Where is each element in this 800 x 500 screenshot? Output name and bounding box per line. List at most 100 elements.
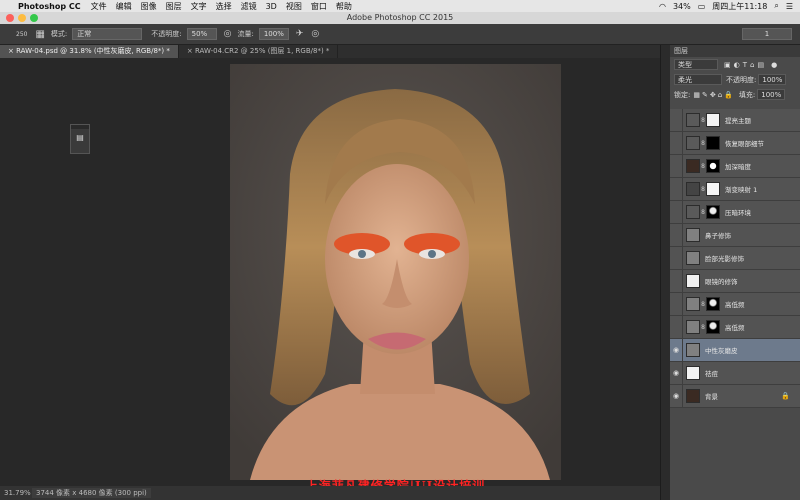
mode-select[interactable]: 正常 [72, 28, 143, 40]
panel-grip[interactable] [71, 125, 89, 129]
visibility-eye-icon[interactable] [670, 292, 683, 316]
menu-3d[interactable]: 3D [266, 2, 277, 11]
visibility-eye-icon[interactable] [670, 223, 683, 247]
layer-mask-thumbnail[interactable] [706, 159, 720, 173]
lock-icons[interactable]: ▦✎✥⌂🔒 [693, 91, 735, 99]
layer-thumbnail[interactable] [686, 136, 700, 150]
layers-panel-tab[interactable]: 图层 [670, 45, 800, 57]
layer-thumbnail[interactable] [686, 297, 700, 311]
layer-row[interactable]: ◉ 祛痘 [670, 361, 800, 385]
brush-preset-picker[interactable]: 250 [16, 30, 27, 38]
menu-select[interactable]: 选择 [216, 1, 232, 12]
layer-thumbnail[interactable] [686, 205, 700, 219]
airbrush-icon[interactable]: ✈ [296, 29, 304, 39]
layer-row[interactable]: 8 压暗环境 [670, 200, 800, 224]
layer-row[interactable]: 8 渐变映射 1 [670, 177, 800, 201]
visibility-eye-icon[interactable] [670, 131, 683, 155]
layer-thumbnail[interactable] [686, 113, 700, 127]
battery-label[interactable]: 34% [673, 2, 691, 11]
menu-list-icon[interactable]: ☰ [786, 2, 793, 11]
visibility-eye-icon[interactable]: ◉ [670, 361, 683, 385]
visibility-eye-icon[interactable] [670, 200, 683, 224]
layer-thumbnail[interactable] [686, 389, 700, 403]
layer-mask-thumbnail[interactable] [706, 297, 720, 311]
visibility-eye-icon[interactable] [670, 154, 683, 178]
panel-tool-icon[interactable]: ▤ [71, 133, 89, 142]
visibility-eye-icon[interactable]: ◉ [670, 338, 683, 362]
pressure-size-icon[interactable]: ◎ [311, 29, 319, 39]
visibility-eye-icon[interactable] [670, 246, 683, 270]
blend-mode-select[interactable]: 柔光 [674, 74, 722, 85]
layer-name[interactable]: 渐变映射 1 [725, 184, 757, 194]
layer-row[interactable]: 8 提亮主题 [670, 108, 800, 132]
layer-name[interactable]: 眼镜的修饰 [705, 276, 738, 286]
layer-name[interactable]: 压暗环境 [725, 207, 751, 217]
menu-edit[interactable]: 编辑 [116, 1, 132, 12]
filter-toggle-icon[interactable]: ● [771, 61, 777, 69]
layer-thumbnail[interactable] [686, 182, 700, 196]
layer-thumbnail[interactable] [686, 274, 700, 288]
menu-view[interactable]: 视图 [286, 1, 302, 12]
floating-tool-panel[interactable]: ▤ [70, 124, 90, 154]
menu-window[interactable]: 窗口 [311, 1, 327, 12]
layer-opacity-field[interactable]: 100% [758, 74, 787, 85]
zoom-window-button[interactable] [30, 14, 38, 22]
layer-name[interactable]: 高低频 [725, 299, 745, 309]
wifi-icon[interactable]: ◠ [659, 2, 666, 11]
layer-name[interactable]: 祛痘 [705, 368, 718, 378]
document-dimensions[interactable]: 3744 像素 x 4680 像素 (300 ppi) [32, 488, 151, 498]
layer-row[interactable]: 8 恢复眼部细节 [670, 131, 800, 155]
layer-thumbnail[interactable] [686, 251, 700, 265]
brush-panel-icon[interactable]: ▦ [35, 29, 44, 40]
close-tab-icon[interactable]: × [8, 47, 16, 55]
menu-help[interactable]: 帮助 [336, 1, 352, 12]
layer-thumbnail[interactable] [686, 320, 700, 334]
zoom-level[interactable]: 31.79% [0, 489, 32, 497]
workspace-select[interactable]: 1 [742, 28, 792, 40]
close-tab-icon[interactable]: × [187, 47, 195, 55]
tab-raw04-psd[interactable]: × RAW-04.psd @ 31.8% (中性灰磨皮, RGB/8*) * [0, 45, 179, 58]
tab-raw04-cr2[interactable]: × RAW-04.CR2 @ 25% (图层 1, RGB/8*) * [179, 45, 339, 58]
collapsed-panel-strip[interactable] [660, 45, 670, 500]
fill-field[interactable]: 100% [757, 89, 786, 100]
layer-mask-thumbnail[interactable] [706, 113, 720, 127]
opacity-field[interactable]: 50% [186, 28, 217, 40]
clock[interactable]: 周四上午11:18 [712, 1, 767, 12]
layer-row[interactable]: 8 高低频 [670, 292, 800, 316]
visibility-eye-icon[interactable] [670, 315, 683, 339]
visibility-eye-icon[interactable] [670, 269, 683, 293]
layer-mask-thumbnail[interactable] [706, 320, 720, 334]
layer-name[interactable]: 提亮主题 [725, 115, 751, 125]
layer-row[interactable]: 8 加深暗度 [670, 154, 800, 178]
filter-kind-select[interactable]: 类型 [674, 59, 718, 70]
layer-name[interactable]: 背景 [705, 391, 718, 401]
visibility-eye-icon[interactable] [670, 177, 683, 201]
minimize-window-button[interactable] [18, 14, 26, 22]
layer-mask-thumbnail[interactable] [706, 136, 720, 150]
menu-image[interactable]: 图像 [141, 1, 157, 12]
layer-row[interactable]: 8 高低频 [670, 315, 800, 339]
flow-field[interactable]: 100% [258, 28, 289, 40]
layer-row[interactable]: 鼻子修饰 [670, 223, 800, 247]
visibility-eye-icon[interactable]: ◉ [670, 384, 683, 408]
layer-mask-thumbnail[interactable] [706, 182, 720, 196]
layer-row[interactable]: ◉ 中性灰磨皮 [670, 338, 800, 362]
menu-file[interactable]: 文件 [91, 1, 107, 12]
layer-name[interactable]: 鼻子修饰 [705, 230, 731, 240]
layer-name[interactable]: 中性灰磨皮 [705, 345, 738, 355]
menu-layer[interactable]: 图层 [166, 1, 182, 12]
search-icon[interactable]: ⌕ [774, 1, 778, 11]
layer-thumbnail[interactable] [686, 366, 700, 380]
layer-name[interactable]: 高低频 [725, 322, 745, 332]
layer-row[interactable]: 眼镜的修饰 [670, 269, 800, 293]
pressure-opacity-icon[interactable]: ◎ [224, 29, 232, 39]
visibility-eye-icon[interactable] [670, 108, 683, 132]
layer-thumbnail[interactable] [686, 343, 700, 357]
layer-name[interactable]: 脸部光影修饰 [705, 253, 744, 263]
app-menu[interactable]: Photoshop CC [18, 2, 81, 11]
layer-row[interactable]: ◉ 背景 🔒 [670, 384, 800, 408]
filter-icons[interactable]: ▣◐T⌂▤ [724, 61, 767, 69]
layer-row[interactable]: 脸部光影修饰 [670, 246, 800, 270]
layer-thumbnail[interactable] [686, 228, 700, 242]
menu-filter[interactable]: 滤镜 [241, 1, 257, 12]
